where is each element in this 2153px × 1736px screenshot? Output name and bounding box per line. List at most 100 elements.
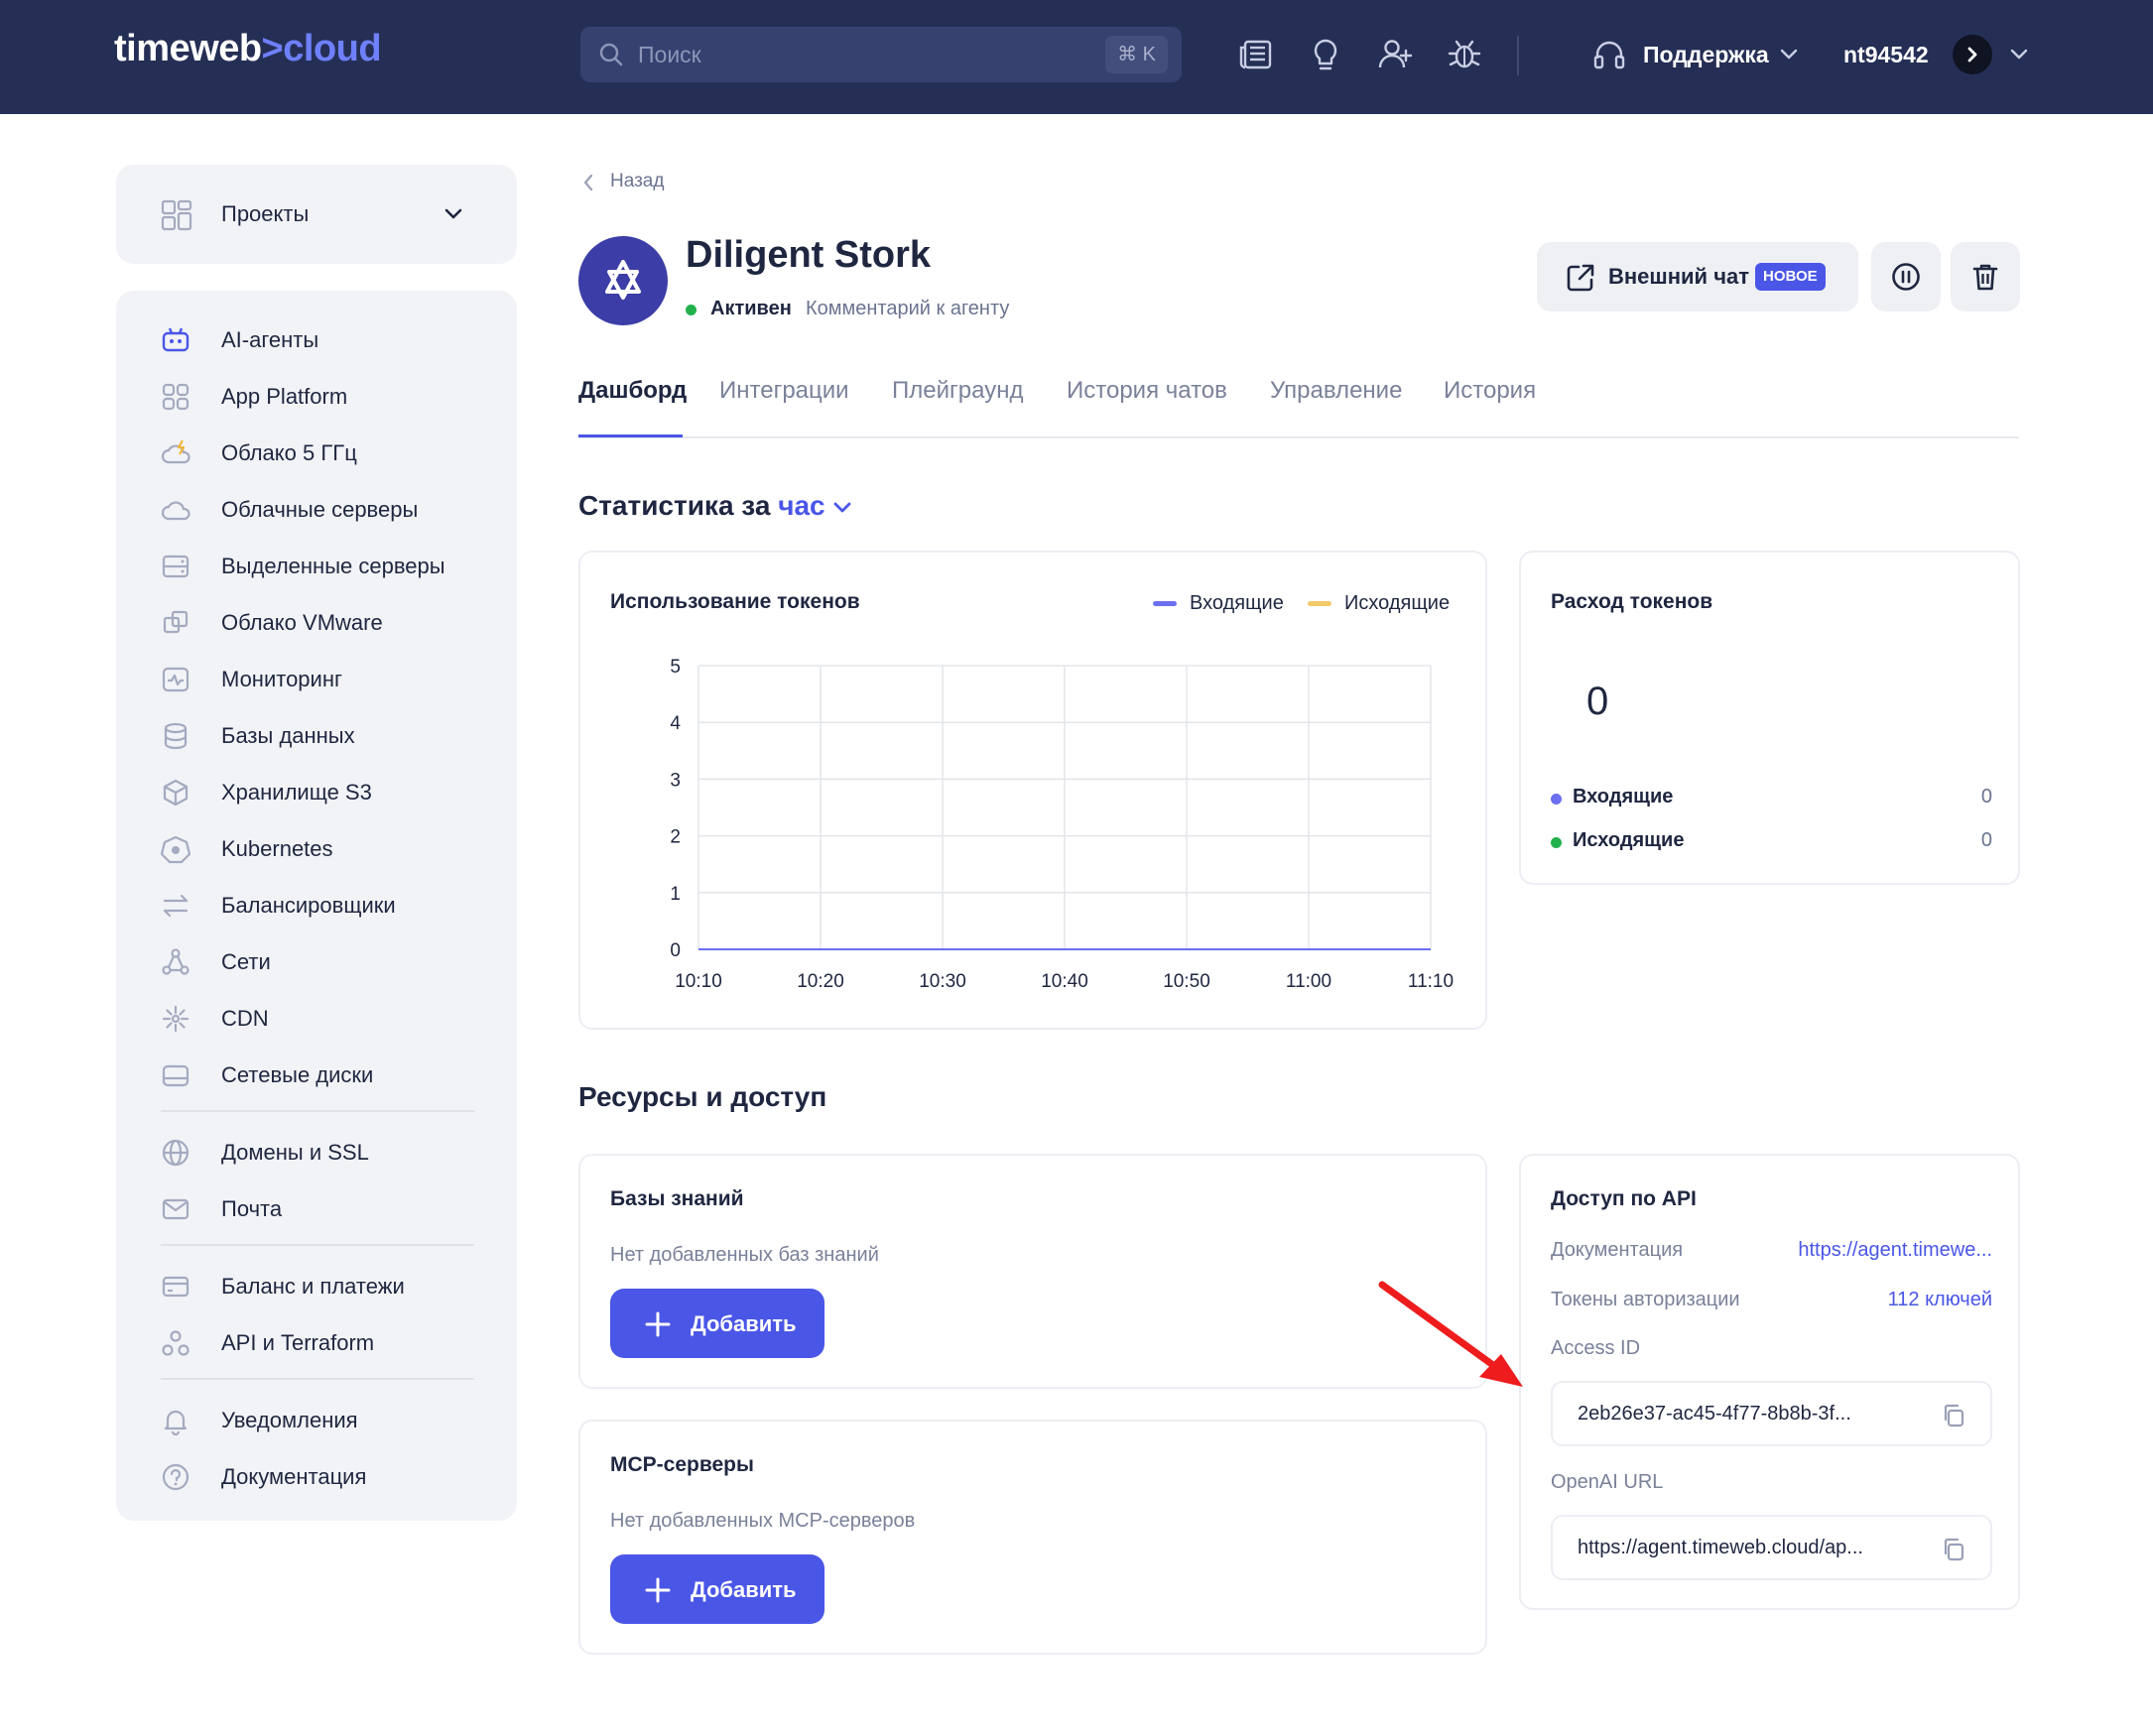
help-icon bbox=[161, 1462, 190, 1492]
search-placeholder: Поиск bbox=[638, 42, 701, 67]
sidebar-item-label: Домены и SSL bbox=[221, 1140, 369, 1165]
stats-title: Статистика за bbox=[578, 490, 771, 521]
user-name: nt94542 bbox=[1843, 42, 1929, 67]
copy-icon[interactable] bbox=[1941, 1403, 1966, 1428]
add-knowledge-base-button[interactable]: Добавить bbox=[610, 1289, 824, 1358]
openai-url-label: OpenAI URL bbox=[1551, 1471, 1664, 1493]
sidebar-item-mail[interactable]: Почта bbox=[116, 1186, 517, 1230]
sidebar-item-documentation[interactable]: Документация bbox=[116, 1454, 517, 1498]
sidebar-item-balancers[interactable]: Балансировщики bbox=[116, 883, 517, 927]
bell-icon bbox=[161, 1406, 190, 1436]
sidebar-item-kubernetes[interactable]: Kubernetes bbox=[116, 826, 517, 870]
sidebar-item-vmware[interactable]: Облако VMware bbox=[116, 600, 517, 644]
support-label: Поддержка bbox=[1643, 42, 1769, 67]
agent-avatar bbox=[578, 236, 668, 325]
x-tick-label: 10:30 bbox=[919, 971, 966, 992]
network-disk-icon bbox=[161, 1060, 190, 1090]
news-icon[interactable] bbox=[1236, 35, 1276, 74]
logo[interactable]: timeweb>cloud bbox=[114, 28, 382, 70]
search-icon bbox=[598, 42, 624, 72]
sidebar-nav: AI-агенты App Platform Облако 5 ГГц Обла… bbox=[116, 291, 517, 1521]
api-access-card: Доступ по API Документация https://agent… bbox=[1519, 1154, 2020, 1610]
x-tick-label: 11:10 bbox=[1408, 971, 1454, 992]
stats-heading: Статистика за час bbox=[578, 490, 853, 522]
sidebar-item-cloud-servers[interactable]: Облачные серверы bbox=[116, 487, 517, 531]
sidebar-item-networks[interactable]: Сети bbox=[116, 939, 517, 983]
projects-selector[interactable]: Проекты bbox=[116, 165, 517, 264]
openai-url-field[interactable]: https://agent.timeweb.cloud/ap... bbox=[1551, 1515, 1992, 1580]
period-selector[interactable]: час bbox=[778, 490, 852, 521]
sidebar-item-label: Хранилище S3 bbox=[221, 780, 372, 805]
headset-icon bbox=[1591, 37, 1627, 77]
period-value: час bbox=[778, 490, 825, 521]
chevron-down-icon bbox=[833, 502, 851, 513]
tab-bar: Дашборд Интеграции Плейграунд История ча… bbox=[578, 377, 2019, 438]
search-input[interactable]: Поиск ⌘ K bbox=[580, 27, 1182, 82]
copy-icon[interactable] bbox=[1941, 1537, 1966, 1562]
chevron-down-icon bbox=[1778, 43, 1800, 69]
sidebar-item-notifications[interactable]: Уведомления bbox=[116, 1398, 517, 1441]
sidebar-item-label: API и Terraform bbox=[221, 1330, 375, 1355]
add-user-icon[interactable] bbox=[1375, 35, 1415, 74]
y-tick-label: 2 bbox=[670, 827, 681, 848]
sidebar-item-network-disks[interactable]: Сетевые диски bbox=[116, 1053, 517, 1096]
tab-management[interactable]: Управление bbox=[1270, 377, 1402, 405]
page-title: Diligent Stork bbox=[686, 234, 932, 276]
sidebar-item-domains-ssl[interactable]: Домены и SSL bbox=[116, 1130, 517, 1174]
lightbulb-icon[interactable] bbox=[1306, 35, 1345, 74]
sidebar-item-dedicated-servers[interactable]: Выделенные серверы bbox=[116, 544, 517, 587]
cloud-lightning-icon bbox=[161, 438, 190, 468]
tab-playground[interactable]: Плейграунд bbox=[892, 377, 1023, 405]
monitoring-icon bbox=[161, 665, 190, 694]
token-usage-chart: 0 1 2 3 4 5 10:10 10:20 10:30 10:40 10:50 11:00 11:1… bbox=[670, 657, 1454, 992]
openai-url-value: https://agent.timeweb.cloud/ap... bbox=[1578, 1537, 1863, 1558]
sidebar-item-s3-storage[interactable]: Хранилище S3 bbox=[116, 770, 517, 813]
top-header: timeweb>cloud Поиск ⌘ K Поддержка nt9454… bbox=[0, 0, 2153, 114]
sidebar-item-billing[interactable]: Баланс и платежи bbox=[116, 1264, 517, 1307]
trash-icon bbox=[1972, 264, 1998, 291]
outgoing-dot bbox=[1551, 837, 1562, 848]
sidebar-item-app-platform[interactable]: App Platform bbox=[116, 374, 517, 418]
tab-dashboard[interactable]: Дашборд bbox=[578, 377, 687, 405]
sidebar-item-label: Сети bbox=[221, 949, 271, 974]
access-id-field[interactable]: 2eb26e37-ac45-4f77-8b8b-3f... bbox=[1551, 1381, 1992, 1446]
delete-button[interactable] bbox=[1951, 242, 2020, 311]
logo-main: timeweb bbox=[114, 28, 262, 69]
logo-accent: cloud bbox=[283, 28, 382, 69]
sidebar-divider bbox=[161, 1110, 474, 1112]
y-tick-label: 4 bbox=[670, 713, 681, 734]
docs-link[interactable]: https://agent.timewe... bbox=[1798, 1239, 1992, 1262]
sidebar-item-api-terraform[interactable]: API и Terraform bbox=[116, 1320, 517, 1364]
vmware-icon bbox=[161, 608, 190, 638]
network-icon bbox=[161, 947, 190, 977]
external-chat-button[interactable]: Внешний чат НОВОЕ bbox=[1537, 242, 1858, 311]
y-tick-label: 5 bbox=[670, 657, 681, 678]
projects-grid-icon bbox=[161, 199, 192, 236]
chevron-down-icon bbox=[2008, 43, 2030, 69]
bug-icon[interactable] bbox=[1445, 35, 1484, 74]
app-platform-icon bbox=[161, 382, 190, 412]
user-arrow-button[interactable] bbox=[1953, 35, 1992, 74]
globe-icon bbox=[161, 1138, 190, 1168]
add-mcp-server-button[interactable]: Добавить bbox=[610, 1554, 824, 1624]
tab-integrations[interactable]: Интеграции bbox=[719, 377, 849, 405]
incoming-value: 0 bbox=[1980, 786, 1992, 807]
agent-comment[interactable]: Комментарий к агенту bbox=[806, 298, 1009, 320]
balancer-icon bbox=[161, 891, 190, 921]
sidebar-item-cdn[interactable]: CDN bbox=[116, 996, 517, 1040]
pause-button[interactable] bbox=[1871, 242, 1941, 311]
docs-row: Документация https://agent.timewe... bbox=[1551, 1239, 1992, 1265]
sidebar-item-label: CDN bbox=[221, 1006, 269, 1031]
x-tick-label: 10:50 bbox=[1163, 971, 1210, 992]
sidebar-item-monitoring[interactable]: Мониторинг bbox=[116, 657, 517, 700]
token-spend-card: Расход токенов 0 Входящие 0 Исходящие 0 bbox=[1519, 551, 2020, 885]
tab-chat-history[interactable]: История чатов bbox=[1067, 377, 1227, 405]
tab-history[interactable]: История bbox=[1444, 377, 1536, 405]
tokens-link[interactable]: 112 ключей bbox=[1888, 1289, 1992, 1311]
incoming-label: Входящие bbox=[1573, 786, 1674, 807]
status-badge: Активен bbox=[710, 298, 792, 319]
server-icon bbox=[161, 552, 190, 581]
sidebar-item-ai-agents[interactable]: AI-агенты bbox=[116, 317, 517, 361]
sidebar-item-databases[interactable]: Базы данных bbox=[116, 713, 517, 757]
sidebar-item-cloud-5ghz[interactable]: Облако 5 ГГц bbox=[116, 431, 517, 474]
